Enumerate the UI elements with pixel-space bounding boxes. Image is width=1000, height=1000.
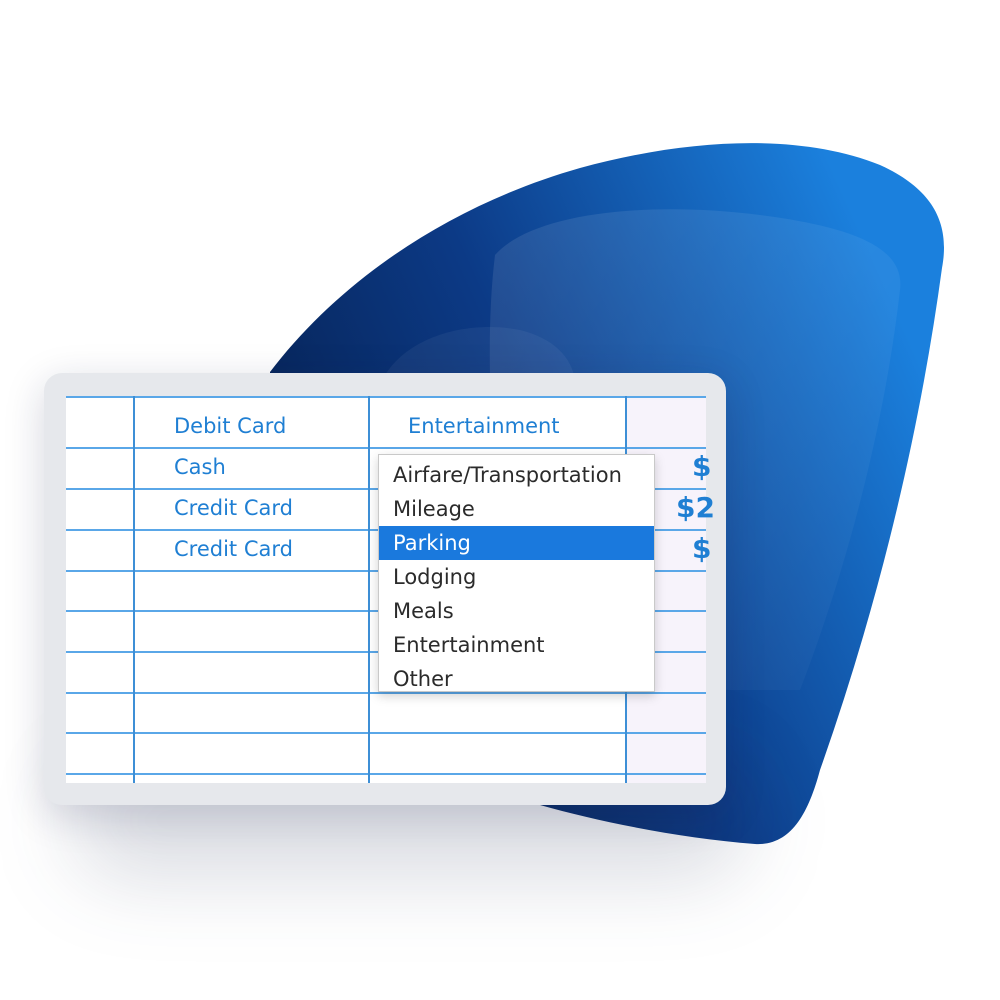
payment-cell[interactable]: Cash: [174, 457, 226, 478]
dropdown-option-mileage[interactable]: Mileage: [379, 492, 654, 526]
amount-cell[interactable]: $: [692, 453, 711, 481]
dropdown-option-lodging[interactable]: Lodging: [379, 560, 654, 594]
dropdown-option-parking[interactable]: Parking: [379, 526, 654, 560]
category-dropdown-menu[interactable]: Airfare/Transportation Mileage Parking L…: [378, 454, 655, 692]
payment-cell[interactable]: Credit Card: [174, 539, 293, 560]
column-divider: [133, 396, 135, 783]
dropdown-option-airfare[interactable]: Airfare/Transportation: [379, 458, 654, 492]
dropdown-option-other[interactable]: Other: [379, 662, 654, 696]
payment-cell[interactable]: Debit Card: [174, 416, 286, 437]
payment-cell[interactable]: Credit Card: [174, 498, 293, 519]
amount-cell[interactable]: $2: [676, 494, 715, 522]
category-cell[interactable]: Entertainment: [408, 416, 560, 437]
grid-line: [66, 447, 706, 449]
illustration-stage: Debit Card Cash Credit Card Credit Card …: [0, 0, 1000, 1000]
amount-cell[interactable]: $: [692, 535, 711, 563]
grid-line: [66, 732, 706, 734]
dropdown-option-meals[interactable]: Meals: [379, 594, 654, 628]
grid-line: [66, 396, 706, 398]
dropdown-option-entertainment[interactable]: Entertainment: [379, 628, 654, 662]
column-divider: [368, 396, 370, 783]
grid-line: [66, 773, 706, 775]
